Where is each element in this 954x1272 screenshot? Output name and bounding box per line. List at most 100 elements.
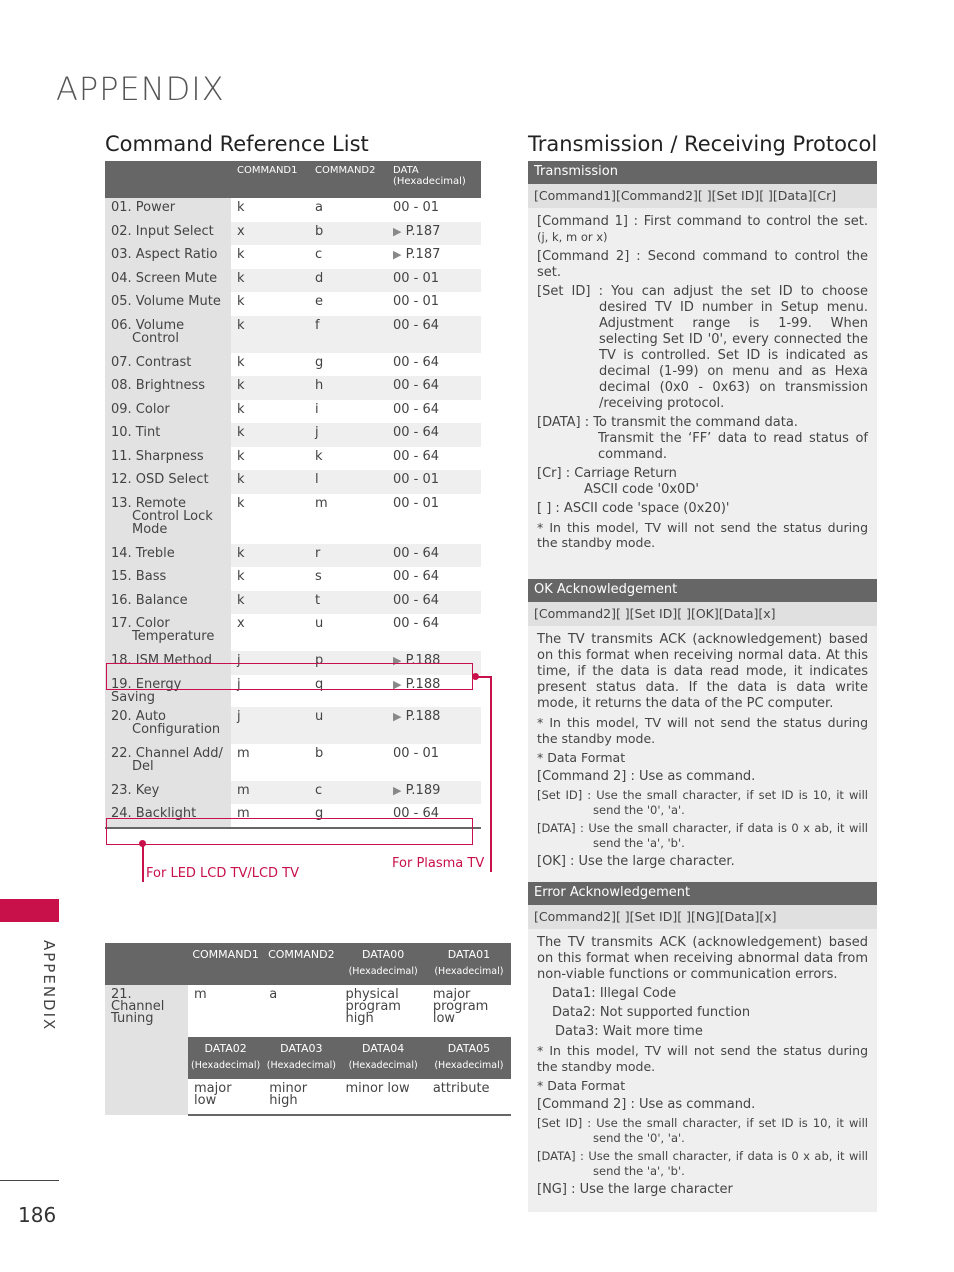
cell-command1: k bbox=[231, 376, 309, 400]
cell-function-name: 13. Remote Control Lock Mode bbox=[105, 493, 231, 544]
table-row: 21. Channel Tuning m a physical program … bbox=[105, 985, 511, 1115]
cell-function-name: 02. Input Select bbox=[105, 221, 231, 245]
cell-command2: c bbox=[315, 247, 323, 262]
cell-data: ▶ P.187 bbox=[387, 221, 481, 245]
cell-function-name: 06. Volume Control bbox=[105, 315, 231, 353]
backlight-highlight bbox=[106, 818, 473, 845]
cell-data: 00 - 64 bbox=[387, 590, 481, 614]
ok-ack-body: The TV transmits ACK (acknowledgement) b… bbox=[528, 626, 877, 882]
cell-data: 00 - 64 bbox=[387, 423, 481, 447]
header-command2: COMMAND2 bbox=[309, 161, 387, 198]
standby-note: * In this model, TV will not send the st… bbox=[537, 520, 868, 550]
cell-command2: f bbox=[309, 315, 387, 353]
cell-function-name: 22. Channel Add/Del bbox=[105, 743, 231, 781]
command2-desc: [Command 2] : Use as command. bbox=[537, 1097, 756, 1112]
page-number-rule bbox=[0, 1180, 59, 1181]
header-data04: DATA04 (Hexadecimal) bbox=[339, 1037, 427, 1079]
cell-command2: k bbox=[315, 448, 323, 464]
cell-command1: k bbox=[231, 590, 309, 614]
table-row: 05. Volume Mute k e 00 - 01 bbox=[105, 292, 481, 316]
page-reference: P.189 bbox=[405, 782, 441, 798]
cell-function-name: 15. Bass bbox=[105, 567, 231, 591]
cell-data: 00 - 64 bbox=[393, 354, 440, 370]
cell-function-name: 20. Auto Configuration bbox=[105, 706, 231, 744]
table-row: 20. Auto Configuration j u ▶ P.188 bbox=[105, 706, 481, 744]
cell-command1: k bbox=[237, 247, 245, 262]
cell-data: 00 - 64 bbox=[393, 569, 440, 584]
page-ref-arrow-icon: ▶ bbox=[393, 224, 402, 238]
cell-command2: t bbox=[309, 590, 387, 614]
page-reference: P.187 bbox=[405, 247, 441, 262]
error-ack-body: The TV transmits ACK (acknowledgement) b… bbox=[528, 929, 877, 1212]
cell-command1: x bbox=[231, 221, 309, 245]
data-format-label: * Data Format bbox=[537, 750, 626, 765]
cell-function-name: 17. Color Temperature bbox=[105, 614, 231, 651]
table-row: 04. Screen Mute k d 00 - 01 bbox=[105, 268, 481, 292]
cell-function-name: 04. Screen Mute bbox=[105, 268, 231, 292]
cell-command2: a bbox=[269, 987, 278, 1002]
cell-data00: physical program high bbox=[345, 987, 401, 1026]
setid-desc: [Set ID] : You can adjust the set ID to … bbox=[537, 284, 868, 411]
cell-data: 00 - 64 bbox=[387, 543, 481, 567]
transmission-body: [Command 1] : First command to control t… bbox=[528, 208, 877, 579]
table-header-row: COMMAND1 COMMAND2 DATA (Hexadecimal) bbox=[105, 161, 481, 198]
cell-function-name: 10. Tint bbox=[105, 423, 231, 447]
cell-function-name: 01. Power bbox=[105, 198, 231, 222]
command-reference-table: COMMAND1 COMMAND2 DATA (Hexadecimal) 01. … bbox=[105, 161, 481, 829]
ok-ack-format: [Command2][ ][Set ID][ ][OK][Data][x] bbox=[528, 602, 877, 626]
cr-desc: [Cr] : Carriage Return bbox=[537, 466, 677, 481]
header-data: DATA (Hexadecimal) bbox=[387, 161, 481, 198]
cell-command2: s bbox=[315, 569, 322, 584]
cell-command1: m bbox=[237, 745, 250, 761]
ism-method-highlight bbox=[106, 663, 473, 690]
cell-data: 00 - 64 bbox=[387, 315, 481, 353]
cell-command1: x bbox=[237, 616, 245, 631]
command1-desc: [Command 1] : First command to control t… bbox=[537, 214, 868, 244]
table-row: 22. Channel Add/Del m b 00 - 01 bbox=[105, 743, 481, 781]
page-ref-arrow-icon: ▶ bbox=[393, 783, 402, 797]
cell-data: 00 - 01 bbox=[393, 294, 440, 309]
cell-data: 00 - 64 bbox=[393, 616, 440, 631]
error-ack-format: [Command2][ ][Set ID][ ][NG][Data][x] bbox=[528, 905, 877, 929]
cell-function-name: 08. Brightness bbox=[105, 376, 231, 400]
table-row: 08. Brightness k h 00 - 64 bbox=[105, 376, 481, 400]
protocol-title: Transmission / Receiving Protocol bbox=[528, 132, 878, 156]
header-data02: DATA02 (Hexadecimal) bbox=[188, 1037, 264, 1079]
cell-command2: d bbox=[309, 268, 387, 292]
cell-command1: k bbox=[231, 315, 309, 353]
cell-command1: m bbox=[194, 987, 207, 1002]
cell-command1: k bbox=[231, 423, 309, 447]
error-ack-header: Error Acknowledgement bbox=[528, 882, 877, 905]
cell-command2: a bbox=[315, 200, 323, 215]
ok-desc: [OK] : Use the large character. bbox=[537, 854, 735, 869]
cell-data: ▶ P.188 bbox=[387, 706, 481, 744]
page-ref-arrow-icon: ▶ bbox=[393, 709, 402, 723]
ng-desc: [NG] : Use the large character bbox=[537, 1182, 733, 1197]
plasma-note: For Plasma TV bbox=[392, 856, 485, 871]
cell-function-name: 09. Color bbox=[105, 399, 231, 423]
transmission-header: Transmission bbox=[528, 161, 877, 184]
table-header-row: COMMAND1 COMMAND2 DATA00 (Hexadecimal) DA… bbox=[105, 943, 511, 985]
header-command2: COMMAND2 bbox=[263, 943, 340, 985]
table-row: 23. Key m c ▶ P.189 bbox=[105, 780, 481, 804]
cell-data: 00 - 64 bbox=[393, 448, 440, 464]
space-desc: [ ] : ASCII code 'space (0x20)' bbox=[537, 501, 730, 516]
side-section-label: APPENDIX bbox=[40, 940, 58, 1032]
channel-tuning-table: COMMAND1 COMMAND2 DATA00 (Hexadecimal) DA… bbox=[105, 943, 511, 1116]
header-data05: DATA05 (Hexadecimal) bbox=[426, 1037, 511, 1079]
cell-command1: k bbox=[237, 200, 245, 215]
cell-command1: k bbox=[237, 495, 245, 511]
cell-command1: k bbox=[231, 543, 309, 567]
cell-function-name: 11. Sharpness bbox=[105, 446, 231, 470]
cell-data02: major low bbox=[188, 1079, 264, 1116]
page-reference: P.188 bbox=[405, 708, 441, 724]
table-row: 01. Power k a 00 - 01 bbox=[105, 198, 481, 222]
cell-data: 00 - 01 bbox=[393, 200, 440, 215]
standby-note: * In this model, TV will not send the st… bbox=[537, 715, 868, 746]
table-row: 06. Volume Control k f 00 - 64 bbox=[105, 315, 481, 353]
header-data03: DATA03 (Hexadecimal) bbox=[263, 1037, 340, 1079]
cell-command2: m bbox=[315, 495, 328, 511]
cell-command2: r bbox=[309, 543, 387, 567]
table-row: 15. Bass k s 00 - 64 bbox=[105, 567, 481, 591]
data-format-label: * Data Format bbox=[537, 1078, 626, 1093]
